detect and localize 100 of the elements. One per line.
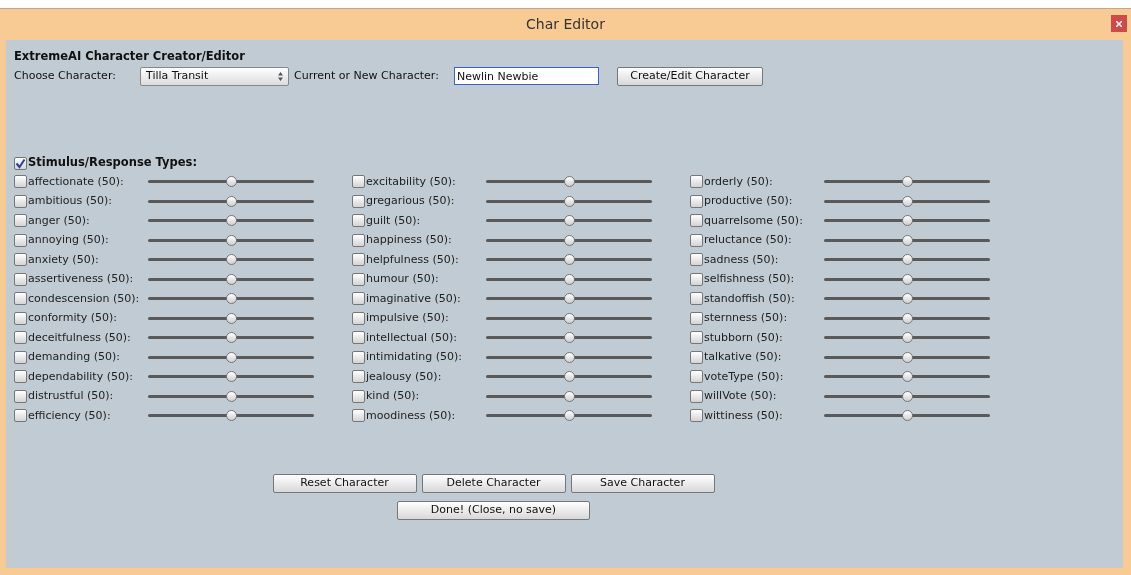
- slider-thumb[interactable]: [225, 215, 237, 227]
- checkbox[interactable]: [690, 311, 703, 325]
- checkbox[interactable]: [14, 311, 27, 325]
- slider-thumb[interactable]: [225, 390, 237, 402]
- checkbox[interactable]: [690, 331, 703, 345]
- slider-thumb[interactable]: [563, 410, 575, 422]
- character-dropdown[interactable]: Tilla Transit: [140, 66, 289, 86]
- slider-thumb[interactable]: [901, 176, 913, 188]
- checkbox[interactable]: [690, 214, 703, 228]
- slider-thumb[interactable]: [225, 176, 237, 188]
- slider-thumb[interactable]: [225, 410, 237, 422]
- slider-thumb[interactable]: [563, 351, 575, 363]
- slider-thumb[interactable]: [901, 254, 913, 266]
- checkbox[interactable]: [690, 233, 703, 247]
- slider-thumb[interactable]: [901, 351, 913, 363]
- checkbox[interactable]: [352, 409, 365, 423]
- slider-label: dependability (50):: [28, 368, 134, 385]
- slider-label: impulsive (50):: [366, 310, 450, 326]
- slider-thumb[interactable]: [901, 371, 913, 383]
- checkbox[interactable]: [352, 175, 365, 189]
- slider-thumb[interactable]: [901, 215, 913, 227]
- checkbox[interactable]: [690, 370, 703, 384]
- checkbox[interactable]: [14, 370, 27, 384]
- checkbox[interactable]: [14, 389, 27, 403]
- checkbox[interactable]: [14, 409, 27, 423]
- slider-thumb[interactable]: [563, 176, 575, 188]
- checkbox[interactable]: [352, 331, 365, 345]
- close-icon[interactable]: [1111, 15, 1127, 32]
- checkbox[interactable]: [690, 292, 703, 306]
- checkbox[interactable]: [14, 194, 27, 208]
- slider-label: efficiency (50):: [28, 407, 112, 424]
- action-button[interactable]: Reset Character: [272, 473, 417, 493]
- slider-thumb[interactable]: [225, 332, 237, 344]
- done-button[interactable]: Done! (Close, no save): [397, 500, 590, 520]
- slider-label: happiness (50):: [366, 232, 453, 248]
- checkbox[interactable]: [352, 233, 365, 247]
- action-button[interactable]: Save Character: [570, 473, 715, 493]
- checkbox[interactable]: [14, 350, 27, 364]
- slider-thumb[interactable]: [901, 390, 913, 402]
- slider-thumb[interactable]: [225, 293, 237, 305]
- slider-label: kind (50):: [366, 388, 421, 404]
- checkbox[interactable]: [14, 233, 27, 247]
- checkbox[interactable]: [14, 272, 27, 286]
- slider-thumb[interactable]: [563, 215, 575, 227]
- checkbox[interactable]: [690, 409, 703, 423]
- slider-label: wittiness (50):: [704, 407, 784, 424]
- checkbox[interactable]: [14, 331, 27, 345]
- slider-label: stubborn (50):: [704, 329, 784, 346]
- slider-thumb[interactable]: [901, 234, 913, 246]
- checkbox[interactable]: [14, 156, 27, 170]
- slider-thumb[interactable]: [563, 312, 575, 324]
- slider-thumb[interactable]: [563, 195, 575, 207]
- slider-thumb[interactable]: [563, 273, 575, 285]
- character-name-field[interactable]: Newlin Newbie: [454, 67, 599, 85]
- slider-thumb[interactable]: [225, 351, 237, 363]
- slider-thumb[interactable]: [563, 293, 575, 305]
- create-edit-button[interactable]: Create/Edit Character: [617, 66, 763, 86]
- checkbox[interactable]: [690, 389, 703, 403]
- slider-thumb[interactable]: [225, 273, 237, 285]
- checkbox[interactable]: [690, 350, 703, 364]
- slider-thumb[interactable]: [563, 371, 575, 383]
- checkbox[interactable]: [352, 292, 365, 306]
- checkbox[interactable]: [690, 253, 703, 267]
- heading: ExtremeAI Character Creator/Editor: [14, 48, 246, 62]
- checkbox[interactable]: [690, 194, 703, 208]
- slider-label: reluctance (50):: [704, 232, 793, 248]
- slider-label: willVote (50):: [704, 388, 778, 404]
- slider-thumb[interactable]: [901, 410, 913, 422]
- slider-thumb[interactable]: [901, 293, 913, 305]
- slider-thumb[interactable]: [901, 195, 913, 207]
- checkbox[interactable]: [352, 194, 365, 208]
- slider-thumb[interactable]: [225, 234, 237, 246]
- checkbox[interactable]: [352, 311, 365, 325]
- checkbox[interactable]: [352, 350, 365, 364]
- slider-thumb[interactable]: [563, 254, 575, 266]
- checkbox[interactable]: [690, 272, 703, 286]
- checkbox[interactable]: [352, 253, 365, 267]
- slider-thumb[interactable]: [901, 332, 913, 344]
- action-button[interactable]: Delete Character: [421, 473, 566, 493]
- slider-label: helpfulness (50):: [366, 251, 460, 268]
- slider-thumb[interactable]: [901, 312, 913, 324]
- slider-thumb[interactable]: [563, 234, 575, 246]
- slider-thumb[interactable]: [901, 273, 913, 285]
- slider-thumb[interactable]: [563, 332, 575, 344]
- checkbox[interactable]: [14, 292, 27, 306]
- slider-thumb[interactable]: [225, 371, 237, 383]
- checkbox[interactable]: [352, 272, 365, 286]
- checkbox[interactable]: [14, 175, 27, 189]
- slider-thumb[interactable]: [225, 195, 237, 207]
- checkbox[interactable]: [352, 389, 365, 403]
- checkbox[interactable]: [690, 175, 703, 189]
- checkbox[interactable]: [14, 214, 27, 228]
- checkbox[interactable]: [352, 370, 365, 384]
- slider-label: gregarious (50):: [366, 193, 456, 209]
- slider-thumb[interactable]: [563, 390, 575, 402]
- slider-thumb[interactable]: [225, 312, 237, 324]
- slider-thumb[interactable]: [225, 254, 237, 266]
- checkbox[interactable]: [14, 253, 27, 267]
- slider-label: condescension (50):: [28, 290, 141, 307]
- checkbox[interactable]: [352, 214, 365, 228]
